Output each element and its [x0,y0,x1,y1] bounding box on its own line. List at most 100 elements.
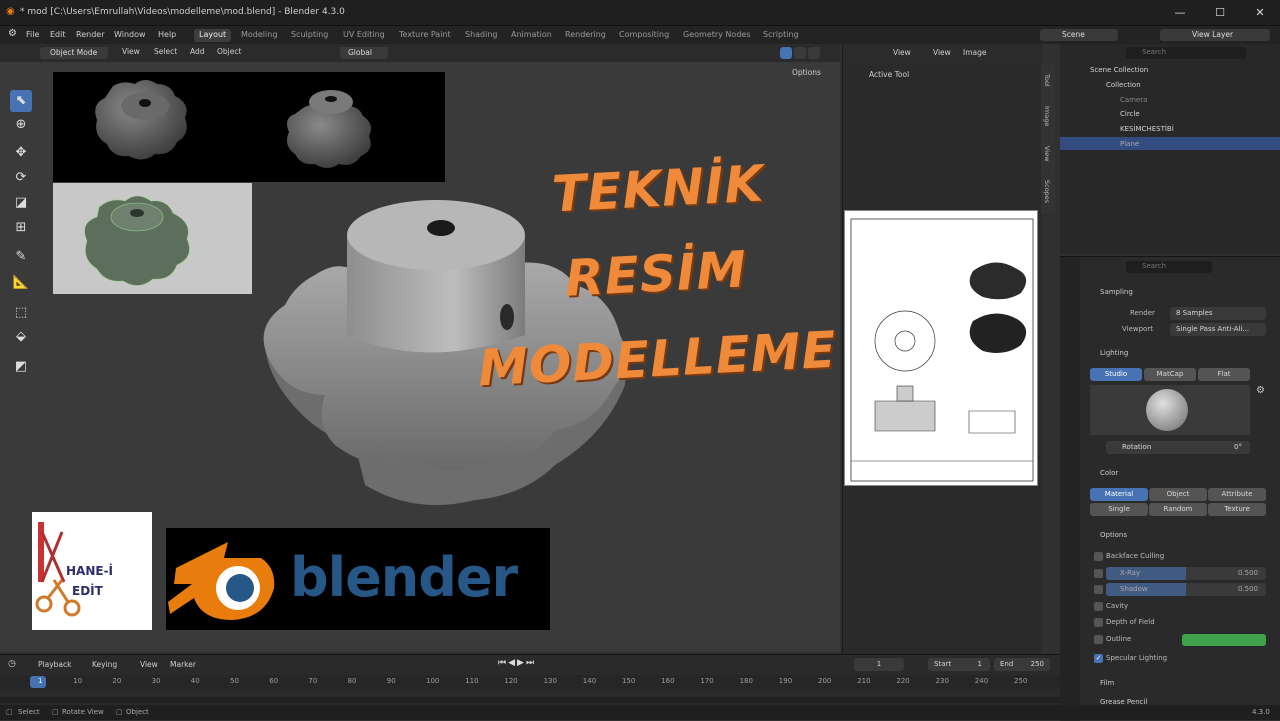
sampling-header[interactable]: Sampling [1100,288,1133,296]
rotate-tool-icon[interactable]: ⟳ [10,167,32,189]
sampling-render-select[interactable]: 8 Samples [1170,307,1266,320]
mode-selector[interactable]: Object Mode [40,47,108,59]
outliner-scene-collection[interactable]: Scene Collection [1090,66,1148,74]
viewport-menu-add[interactable]: Add [190,47,205,56]
minimize-button[interactable]: — [1172,5,1188,21]
view-layer-selector[interactable]: View Layer [1160,29,1270,41]
playback-controls-icon[interactable]: ⏮◀▶⏭ [498,658,536,668]
film-header[interactable]: Film [1100,679,1114,687]
image-editor-menu-view-2[interactable]: View [933,48,951,57]
side-tab-scopes[interactable]: Scopes [1043,180,1051,203]
scene-selector[interactable]: Scene [1040,29,1118,41]
outliner-item-mesh[interactable]: KESİMCHESTİBİ [1120,125,1174,133]
menu-edit[interactable]: Edit [50,30,66,39]
select-box-tool-icon[interactable]: ⬉ [10,90,32,112]
blender-menu-icon[interactable]: ⚙ [8,28,17,39]
current-frame-field[interactable]: 1 [854,658,904,671]
cursor-tool-icon[interactable]: ⊕ [10,114,32,136]
workspace-tab-uv-editing[interactable]: UV Editing [338,29,390,42]
lighting-matcap-button[interactable]: MatCap [1144,368,1196,381]
shadow-slider[interactable]: Shadow 0.500 [1106,583,1266,596]
properties-search-input[interactable]: Search [1126,261,1212,273]
color-object-button[interactable]: Object [1149,488,1207,501]
xray-slider[interactable]: X-Ray 0.500 [1106,567,1266,580]
color-texture-button[interactable]: Texture [1208,503,1266,516]
add-cone-tool-icon[interactable]: ⬙ [10,326,32,348]
menu-render[interactable]: Render [76,30,104,39]
workspace-tab-modeling[interactable]: Modeling [236,29,282,42]
timeline-editor-icon[interactable]: ◷ [8,659,16,669]
add-cube-tool-icon[interactable]: ⬚ [10,302,32,324]
timeline-scrollbar[interactable] [0,697,1060,703]
menu-help[interactable]: Help [158,30,176,39]
studio-light-preview[interactable] [1090,385,1250,435]
viewport-menu-view[interactable]: View [122,47,140,56]
workspace-tab-scripting[interactable]: Scripting [758,29,804,42]
viewport-menu-select[interactable]: Select [154,47,177,56]
close-button[interactable]: ✕ [1252,5,1268,21]
timeline-menu-playback[interactable]: Playback [38,660,71,669]
lighting-header[interactable]: Lighting [1100,349,1128,357]
shading-rendered-button[interactable] [808,47,820,59]
color-attribute-button[interactable]: Attribute [1208,488,1266,501]
viewport-menu-object[interactable]: Object [217,47,241,56]
shear-tool-icon[interactable]: ◩ [10,356,32,378]
timeline-menu-marker[interactable]: Marker [170,660,196,669]
options-header[interactable]: Options [1100,531,1127,539]
side-tab-view[interactable]: View [1043,146,1051,161]
workspace-tab-shading[interactable]: Shading [460,29,503,42]
color-header[interactable]: Color [1100,469,1118,477]
cavity-checkbox[interactable] [1094,602,1103,611]
color-random-button[interactable]: Random [1149,503,1207,516]
sampling-viewport-select[interactable]: Single Pass Anti-Ali... [1170,323,1266,336]
specular-lighting-checkbox[interactable]: ✓ [1094,654,1103,663]
active-tool-label: Active Tool [869,70,910,79]
side-tab-image[interactable]: Image [1043,106,1051,126]
maximize-button[interactable]: ☐ [1212,5,1228,21]
outliner-item-circle[interactable]: Circle [1120,110,1140,118]
image-editor-menu-image[interactable]: Image [963,48,987,57]
outliner-item-plane[interactable]: Plane [1120,140,1139,148]
end-frame-field[interactable]: End 250 [994,658,1050,671]
shading-solid-button[interactable] [780,47,792,59]
outliner-selected-row[interactable] [1060,137,1280,150]
workspace-tab-compositing[interactable]: Compositing [614,29,674,42]
menu-window[interactable]: Window [114,30,146,39]
color-single-button[interactable]: Single [1090,503,1148,516]
move-tool-icon[interactable]: ✥ [10,142,32,164]
workspace-tab-geometry-nodes[interactable]: Geometry Nodes [678,29,755,42]
outliner-item-camera[interactable]: Camera [1120,96,1147,104]
lighting-rotation-field[interactable]: Rotation 0° [1106,441,1250,454]
timeline-menu-view[interactable]: View [140,660,158,669]
depth-of-field-checkbox[interactable] [1094,618,1103,627]
xray-checkbox[interactable] [1094,569,1103,578]
studio-light-settings-icon[interactable]: ⚙ [1256,385,1265,396]
measure-tool-icon[interactable]: 📐 [10,272,32,294]
workspace-tab-animation[interactable]: Animation [506,29,557,42]
viewport-options-button[interactable]: Options [792,68,821,77]
workspace-tab-rendering[interactable]: Rendering [560,29,611,42]
transform-tool-icon[interactable]: ⊞ [10,217,32,239]
shadow-checkbox[interactable] [1094,585,1103,594]
menu-file[interactable]: File [26,30,39,39]
timeline-menu-keying[interactable]: Keying [92,660,117,669]
color-material-button[interactable]: Material [1090,488,1148,501]
workspace-tab-texture-paint[interactable]: Texture Paint [394,29,456,42]
outline-checkbox[interactable] [1094,635,1103,644]
lighting-flat-button[interactable]: Flat [1198,368,1250,381]
image-editor-menu-view[interactable]: View [893,48,911,57]
transform-orientation[interactable]: Global [340,47,388,59]
backface-culling-checkbox[interactable] [1094,552,1103,561]
outline-color-swatch[interactable] [1182,634,1266,646]
workspace-tab-layout[interactable]: Layout [194,29,232,42]
lighting-studio-button[interactable]: Studio [1090,368,1142,381]
workspace-tab-sculpting[interactable]: Sculpting [286,29,333,42]
outliner-search-input[interactable]: Search [1126,47,1246,59]
shading-material-button[interactable] [794,47,806,59]
side-tab-tool[interactable]: Tool [1043,74,1051,87]
annotate-tool-icon[interactable]: ✎ [10,246,32,268]
start-frame-field[interactable]: Start 1 [928,658,990,671]
outliner-collection[interactable]: Collection [1106,81,1141,89]
scale-tool-icon[interactable]: ◪ [10,192,32,214]
channel-logo: HANE-İ EDİT [32,512,152,630]
